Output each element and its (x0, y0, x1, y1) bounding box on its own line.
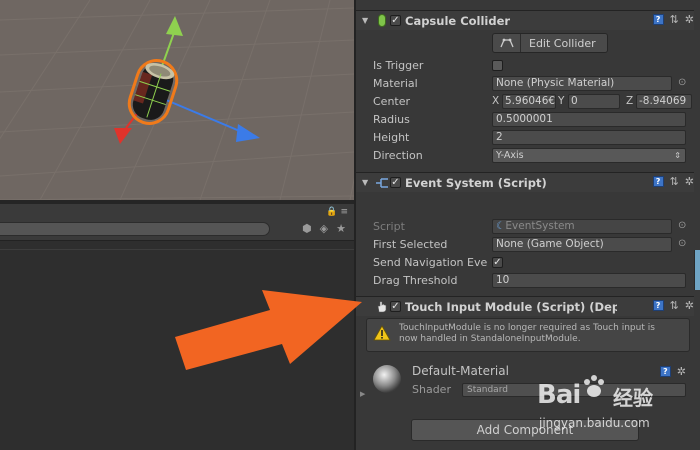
shader-label: Shader (412, 383, 451, 396)
center-z-label: Z (626, 95, 634, 107)
gear-icon[interactable]: ✲ (677, 366, 686, 377)
first-selected-row: First Selected None (Game Object) ⊙ (356, 236, 694, 254)
filter-type-icon[interactable]: ⬢ (302, 222, 312, 235)
radius-field[interactable]: 0.5000001 (492, 112, 686, 127)
drag-threshold-label: Drag Threshold (373, 274, 458, 287)
warning-text: TouchInputModule is no longer required a… (399, 323, 689, 345)
radius-label: Radius (373, 113, 410, 126)
scene-view[interactable] (0, 0, 354, 200)
warning-line-1: TouchInputModule is no longer required a… (399, 323, 655, 333)
center-z-field[interactable]: -8.94069 (636, 94, 692, 109)
script-value: EventSystem (505, 220, 575, 232)
send-navigation-checkbox[interactable]: ✓ (492, 257, 503, 268)
direction-row: Direction Y-Axis ⇕ (356, 147, 694, 165)
object-picker-icon[interactable]: ⊙ (678, 238, 686, 249)
y-axis-cone (166, 16, 183, 36)
drag-threshold-row: Drag Threshold 10 (356, 272, 694, 290)
is-trigger-row: Is Trigger (356, 57, 694, 75)
first-selected-field[interactable]: None (Game Object) (492, 237, 672, 252)
edit-collider-button[interactable]: Edit Collider (492, 33, 608, 53)
send-navigation-label: Send Navigation Eve (373, 256, 488, 269)
center-y-label: Y (558, 95, 565, 107)
script-icon: ☾ (496, 220, 506, 232)
preset-sliders-icon[interactable]: ⇅ (670, 14, 679, 25)
lock-icon[interactable]: 🔒 ≡ (326, 207, 348, 217)
fold-arrow-icon[interactable]: ▶ (360, 390, 365, 398)
center-x-field[interactable]: 5.96046€ (502, 94, 556, 109)
scrollbar-handle[interactable] (694, 250, 700, 290)
material-section: ▶ Default-Material Shader Standard ? ✲ (356, 358, 694, 402)
scene-grid (0, 0, 354, 200)
help-icon[interactable]: ? (652, 14, 664, 25)
material-row: Material None (Physic Material) ⊙ (356, 75, 694, 93)
is-trigger-label: Is Trigger (373, 59, 424, 72)
favorite-star-icon[interactable]: ★ (336, 222, 346, 235)
height-row: Height 2 (356, 129, 694, 147)
component-title: Capsule Collider (405, 13, 511, 28)
capsule-collider-enabled-checkbox[interactable]: ✓ (390, 15, 401, 26)
center-x-label: X (492, 95, 500, 107)
script-row: Script ☾EventSystem ⊙ (356, 218, 694, 236)
z-axis-cone (236, 124, 260, 142)
deprecation-warning: TouchInputModule is no longer required a… (366, 318, 690, 352)
event-system-header[interactable]: ▼ ✓ Event System (Script) ? ⇅ ✲ (356, 172, 694, 192)
object-picker-icon[interactable]: ⊙ (678, 77, 686, 88)
help-icon[interactable]: ? (652, 176, 664, 187)
label-tag-icon[interactable]: ◈ (320, 222, 328, 235)
drag-threshold-field[interactable]: 10 (492, 273, 686, 288)
direction-dropdown[interactable]: Y-Axis ⇕ (492, 148, 686, 163)
edit-collider-label: Edit Collider (529, 36, 596, 50)
material-name: Default-Material (412, 364, 509, 378)
script-field: ☾EventSystem (492, 219, 672, 234)
preset-sliders-icon[interactable]: ⇅ (670, 300, 679, 311)
is-trigger-checkbox[interactable] (492, 60, 503, 71)
direction-value: Y-Axis (496, 150, 524, 161)
center-row: Center X 5.96046€ Y 0 Z -8.94069 (356, 93, 694, 111)
send-navigation-row: Send Navigation Eve ✓ (356, 254, 694, 272)
touch-input-module-header[interactable]: ✓ Touch Input Module (Script) (Dep ? ⇅ ✲ (356, 296, 694, 316)
gear-icon[interactable]: ✲ (685, 176, 694, 187)
height-field[interactable]: 2 (492, 130, 686, 145)
hierarchy-toolbar: 🔒 ≡ ⬢ ◈ ★ (0, 204, 354, 240)
add-component-button[interactable]: Add Component (411, 419, 639, 441)
direction-label: Direction (373, 149, 423, 162)
filter-tools: ⬢ ◈ ★ (302, 222, 346, 235)
preset-sliders-icon[interactable]: ⇅ (670, 176, 679, 187)
warning-icon (373, 325, 391, 344)
material-label: Material (373, 77, 418, 90)
capsule-collider-header[interactable]: ▼ ✓ Capsule Collider ? ⇅ ✲ (356, 10, 694, 30)
fold-arrow-icon[interactable]: ▼ (362, 16, 372, 25)
component-title: Touch Input Module (Script) (Dep (405, 299, 617, 314)
center-label: Center (373, 95, 411, 108)
warning-line-2: now handled in StandaloneInputModule. (399, 334, 581, 344)
script-label: Script (373, 220, 405, 233)
touch-input-enabled-checkbox[interactable]: ✓ (390, 301, 401, 312)
shader-dropdown[interactable]: Standard (462, 383, 686, 397)
separator (0, 249, 354, 250)
material-preview-sphere (373, 365, 401, 393)
event-system-icon (374, 176, 390, 190)
capsule-collider-icon (374, 14, 390, 28)
gear-icon[interactable]: ✲ (685, 14, 694, 25)
x-axis-cone (114, 128, 132, 144)
first-selected-label: First Selected (373, 238, 448, 251)
object-picker-icon[interactable]: ⊙ (678, 220, 686, 231)
event-system-enabled-checkbox[interactable]: ✓ (390, 177, 401, 188)
fold-arrow-icon[interactable]: ▼ (362, 178, 372, 187)
component-title: Event System (Script) (405, 175, 547, 190)
help-icon[interactable]: ? (659, 366, 671, 377)
hand-icon (374, 300, 390, 314)
radius-row: Radius 0.5000001 (356, 111, 694, 129)
dropdown-arrow-icon: ⇕ (674, 151, 681, 160)
center-y-field[interactable]: 0 (568, 94, 620, 109)
gear-icon[interactable]: ✲ (685, 300, 694, 311)
material-field[interactable]: None (Physic Material) (492, 76, 672, 91)
search-input[interactable] (0, 222, 270, 236)
inspector-panel: ▼ ✓ Capsule Collider ? ⇅ ✲ Edit Collider… (354, 0, 700, 450)
edit-collider-icon (493, 34, 521, 52)
help-icon[interactable]: ? (652, 300, 664, 311)
annotation-arrow (175, 290, 362, 370)
height-label: Height (373, 131, 410, 144)
